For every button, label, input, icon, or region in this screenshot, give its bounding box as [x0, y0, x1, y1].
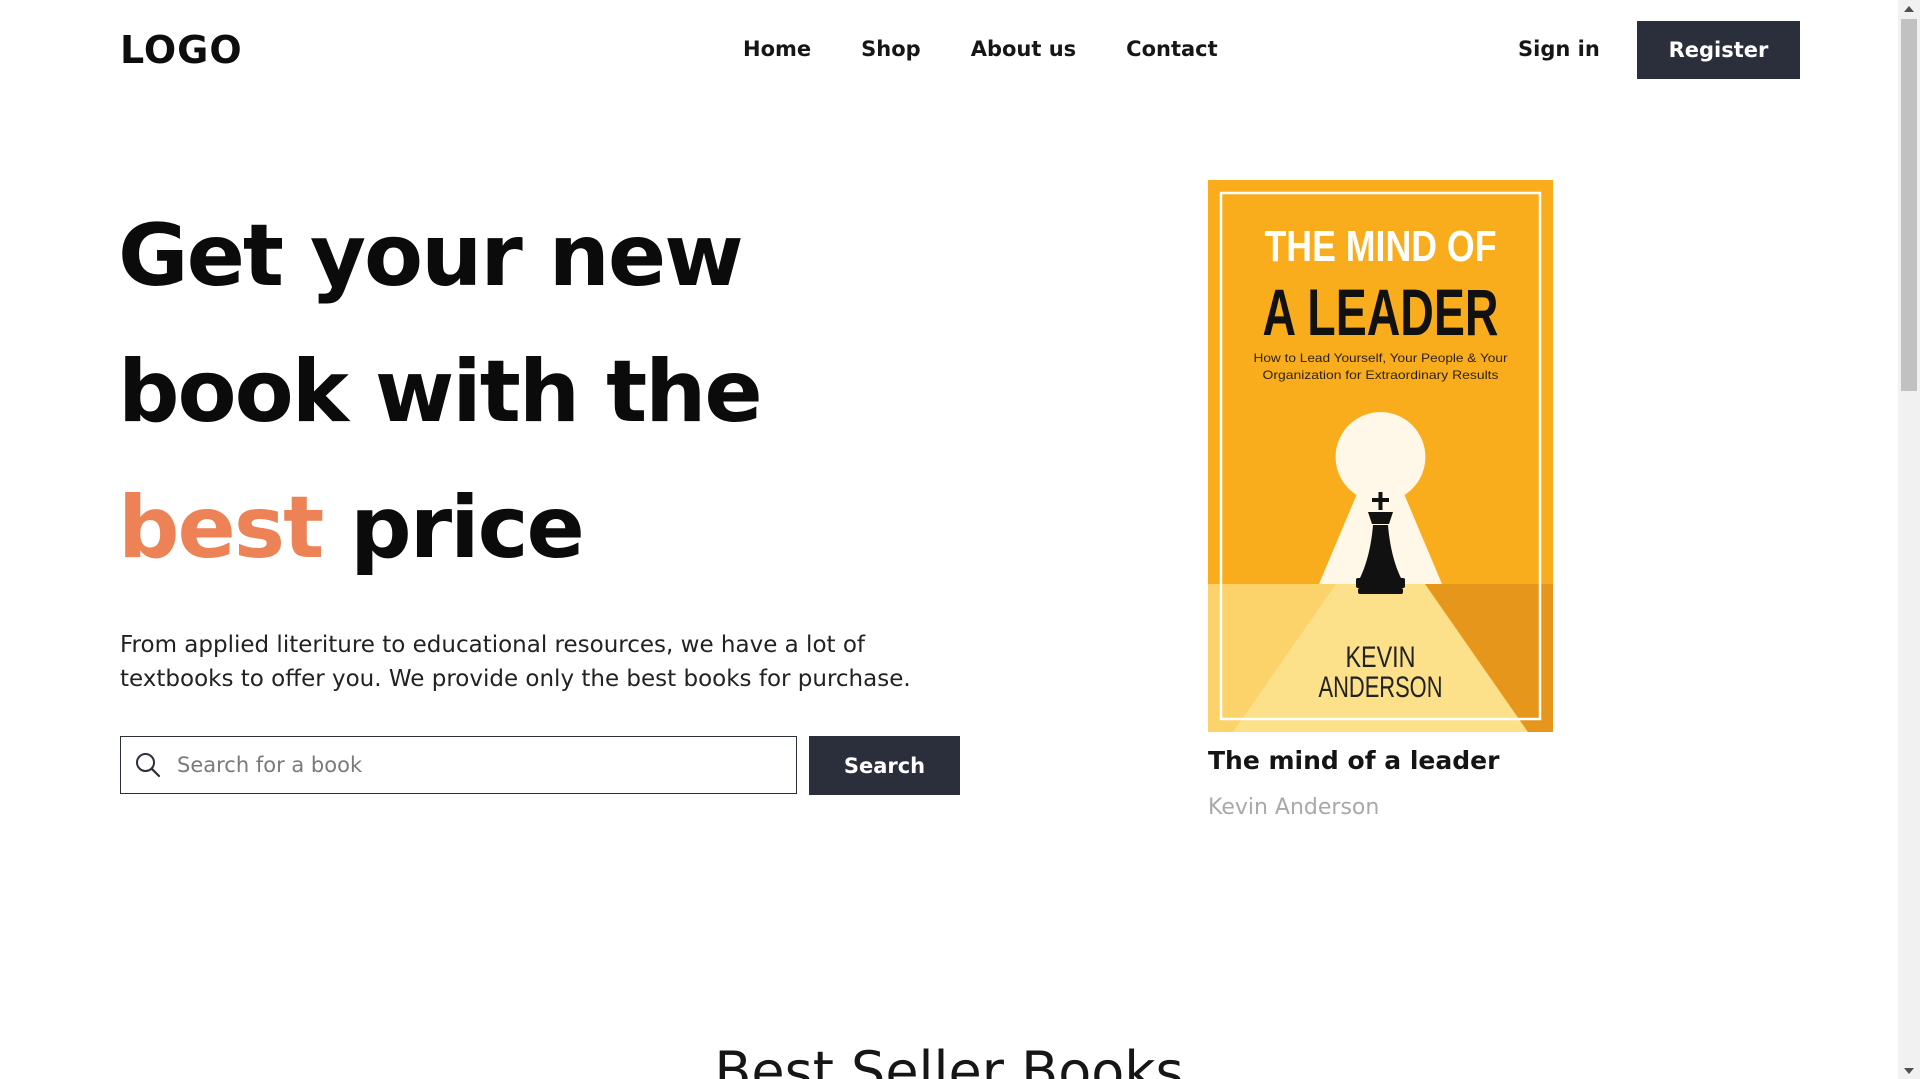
page: LOGO Home Shop About us Contact Sign in … [0, 0, 1898, 1079]
logo[interactable]: LOGO [120, 28, 243, 72]
hero-title-line-2: book with the [118, 342, 763, 442]
scroll-down-button[interactable] [1898, 1062, 1920, 1079]
arrow-down-icon [1904, 1067, 1914, 1074]
best-sellers-heading: Best Seller Books [714, 1040, 1184, 1079]
cover-author-line-2: ANDERSON [1319, 671, 1443, 704]
nav-shop[interactable]: Shop [861, 37, 921, 61]
register-button[interactable]: Register [1637, 21, 1800, 79]
hero-title-end: price [322, 478, 585, 578]
book-title[interactable]: The mind of a leader [1208, 746, 1553, 775]
sign-in-link[interactable]: Sign in [1518, 37, 1600, 61]
main-nav: Home Shop About us Contact [743, 37, 1218, 61]
hero-title-line-3: best price [118, 460, 761, 596]
cover-subtitle-line-1: How to Lead Yourself, Your People & Your [1254, 351, 1508, 365]
hero-title-accent: best [118, 478, 324, 578]
vertical-scrollbar[interactable] [1898, 0, 1920, 1079]
book-cover-image[interactable]: THE MIND OF A LEADER How to Lead Yoursel… [1208, 180, 1553, 732]
nav-about-us[interactable]: About us [971, 37, 1076, 61]
featured-book-card[interactable]: THE MIND OF A LEADER How to Lead Yoursel… [1208, 180, 1553, 820]
hero-description: From applied literiture to educational r… [120, 632, 911, 692]
nav-contact[interactable]: Contact [1126, 37, 1218, 61]
scrollbar-thumb[interactable] [1901, 19, 1917, 391]
search-button[interactable]: Search [809, 736, 960, 795]
cover-author-line-1: KEVIN [1346, 641, 1416, 674]
hero-title: Get your new book with the best price [118, 188, 763, 596]
nav-home[interactable]: Home [743, 37, 811, 61]
cover-subtitle-line-2: Organization for Extraordinary Results [1263, 368, 1499, 382]
search-icon [136, 753, 161, 778]
cover-title-line-1: THE MIND OF [1265, 222, 1497, 271]
hero-title-line-1: Get your new [118, 206, 744, 306]
book-author: Kevin Anderson [1208, 795, 1380, 820]
search-input[interactable] [177, 737, 796, 793]
cover-title-line-2: A LEADER [1263, 275, 1499, 349]
scroll-up-button[interactable] [1898, 0, 1920, 17]
search-box [120, 736, 797, 794]
arrow-up-icon [1904, 5, 1914, 12]
